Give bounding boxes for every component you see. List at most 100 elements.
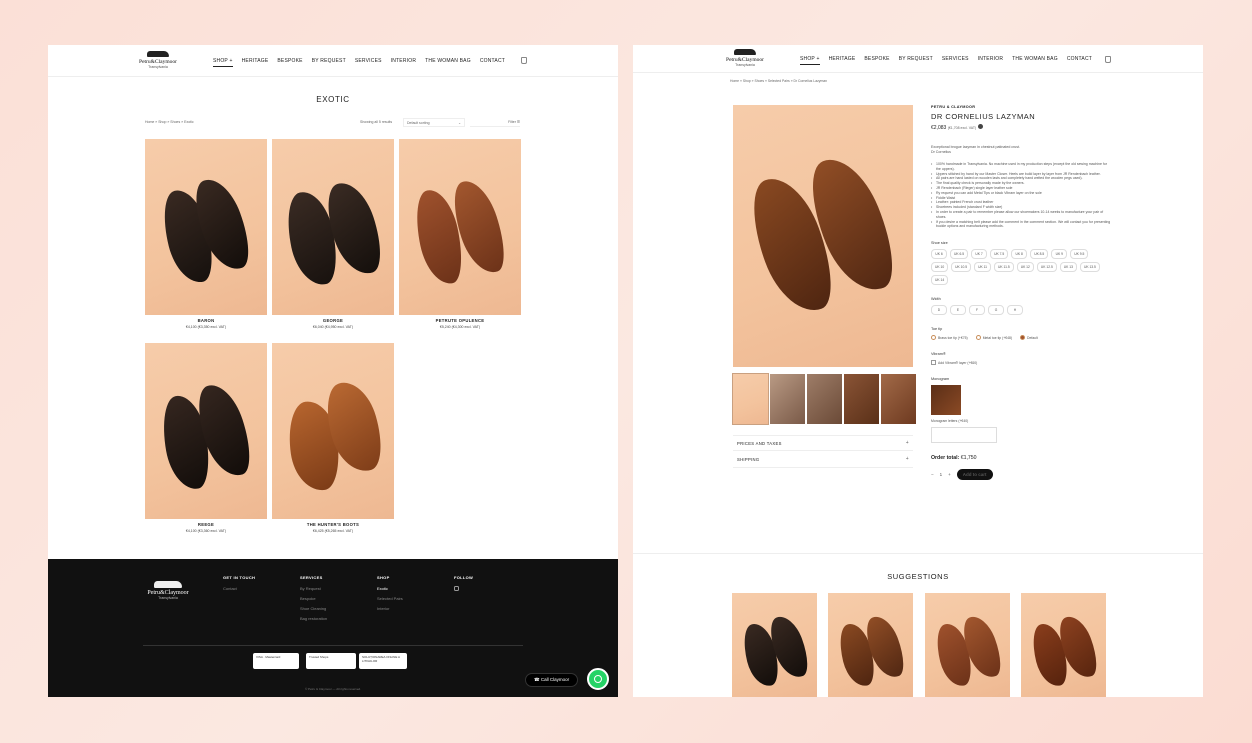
nav-bespoke[interactable]: BESPOKE — [277, 58, 302, 67]
nav-services[interactable]: SERVICES — [942, 56, 969, 65]
nav-services[interactable]: SERVICES — [355, 58, 382, 67]
size-option[interactable]: UK 11.5 — [994, 262, 1014, 273]
plus-icon[interactable]: + — [948, 472, 951, 477]
size-option[interactable]: UK 6.5 — [950, 249, 969, 260]
footer-link[interactable]: Exotic — [377, 586, 403, 591]
toe-tip-default[interactable]: Default — [1020, 335, 1038, 341]
instagram-icon[interactable] — [454, 586, 459, 591]
trust-badge[interactable]: Trusted Shops — [306, 653, 356, 669]
thumbnail[interactable] — [770, 374, 805, 424]
width-option[interactable]: H — [1007, 305, 1023, 316]
size-option[interactable]: UK 12.5 — [1036, 262, 1057, 273]
nav-woman-bag[interactable]: THE WOMAN BAG — [1012, 56, 1058, 65]
nav-heritage[interactable]: HERITAGE — [242, 58, 269, 67]
footer-link[interactable]: Interior — [377, 606, 403, 611]
product-image[interactable] — [145, 139, 267, 315]
product-card[interactable]: BARON €4,100 (€3,350 excl. VAT) — [145, 139, 267, 329]
size-option[interactable]: UK 7 — [971, 249, 988, 260]
size-option[interactable]: UK 13.5 — [1079, 262, 1100, 273]
size-option[interactable]: UK 12 — [1016, 262, 1034, 273]
product-name[interactable]: GEORGE — [272, 318, 394, 323]
product-card[interactable]: PETRUTE OPULENCE €5,240 (€4,300 excl. VA… — [399, 139, 521, 329]
suggestion-card[interactable] — [1021, 593, 1106, 697]
size-option[interactable]: UK 8 — [1011, 249, 1028, 260]
add-to-cart-button[interactable]: Add to cart — [956, 469, 993, 481]
product-name[interactable]: REEGE — [145, 522, 267, 527]
nav-woman-bag[interactable]: THE WOMAN BAG — [425, 58, 471, 67]
quantity-input[interactable]: 1 — [940, 472, 943, 477]
sort-select[interactable]: Default sorting ⌄ — [403, 118, 465, 127]
footer-link[interactable]: Contact — [223, 586, 255, 591]
size-option[interactable]: UK 8.5 — [1030, 249, 1049, 260]
info-icon[interactable] — [977, 124, 983, 129]
size-option[interactable]: UK 11 — [974, 262, 992, 273]
size-option[interactable]: UK 7.5 — [990, 249, 1009, 260]
product-image[interactable] — [272, 139, 394, 315]
filter-label: Filter — [508, 120, 516, 124]
nav-interior[interactable]: INTERIOR — [391, 58, 417, 67]
nav-bespoke[interactable]: BESPOKE — [864, 56, 889, 65]
logo[interactable]: Petru&Claymoor Transylvania — [725, 49, 765, 67]
suggestion-card[interactable] — [828, 593, 913, 697]
width-option[interactable]: F — [969, 305, 985, 316]
product-name[interactable]: THE HUNTER'S BOOTS — [272, 522, 394, 527]
nav-by-request[interactable]: BY REQUEST — [899, 56, 933, 65]
nav-heritage[interactable]: HERITAGE — [829, 56, 856, 65]
suggestion-card[interactable] — [732, 593, 817, 697]
product-image[interactable] — [399, 139, 521, 315]
footer-link[interactable]: Shoe Cleaning — [300, 606, 327, 611]
width-option[interactable]: E — [950, 305, 966, 316]
product-name[interactable]: BARON — [145, 318, 267, 323]
size-option[interactable]: UK 9.5 — [1070, 249, 1089, 260]
option-label: Brass toe tip (+€75) — [938, 335, 968, 340]
suggestion-card[interactable] — [925, 593, 1010, 697]
size-option[interactable]: UK 6 — [931, 249, 947, 260]
size-option[interactable]: UK 9 — [1051, 249, 1068, 260]
nav-shop[interactable]: SHOP + — [800, 56, 820, 65]
sol-badge[interactable]: SOLUȚIONAREA ONLINE A LITIGIILOR — [359, 653, 407, 669]
product-image[interactable] — [145, 343, 267, 519]
nav-interior[interactable]: INTERIOR — [978, 56, 1004, 65]
product-main-image[interactable] — [733, 105, 913, 367]
accordion-shipping[interactable]: SHIPPING + — [733, 452, 913, 468]
footer-link[interactable]: By Request — [300, 586, 327, 591]
product-card[interactable]: REEGE €4,100 (€3,360 excl. VAT) — [145, 343, 267, 533]
size-option[interactable]: UK 10 — [931, 262, 949, 273]
size-option[interactable]: UK 13 — [1059, 262, 1077, 273]
width-option[interactable]: G — [988, 305, 1004, 316]
whatsapp-icon[interactable] — [587, 668, 609, 690]
cart-icon[interactable] — [1105, 56, 1111, 63]
width-option[interactable]: D — [931, 305, 947, 316]
vibram-checkbox[interactable]: Add Vibram® layer (+€60) — [931, 360, 977, 366]
filter-button[interactable]: Filter ☰ — [470, 118, 520, 127]
footer-link[interactable]: Bag restoration — [300, 616, 327, 621]
accordion-prices[interactable]: PRICES AND TAXES + — [733, 435, 913, 451]
toe-tip-brass[interactable]: Brass toe tip (+€75) — [931, 335, 968, 341]
nav-contact[interactable]: CONTACT — [480, 58, 505, 67]
nav-shop[interactable]: SHOP + — [213, 58, 233, 67]
footer-link[interactable]: Bespoke — [300, 596, 327, 601]
nav-by-request[interactable]: BY REQUEST — [312, 58, 346, 67]
thumbnail[interactable] — [881, 374, 916, 424]
footer-logo[interactable]: Petru&Claymoor Transylvania — [143, 581, 193, 600]
breadcrumb[interactable]: Home » Shop » Shoes » Exotic — [145, 120, 194, 124]
logo[interactable]: Petru&Claymoor Transylvania — [138, 51, 178, 69]
thumbnail[interactable] — [732, 373, 769, 425]
product-card[interactable]: THE HUNTER'S BOOTS €6,425 (€5,265 excl. … — [272, 343, 394, 533]
cart-icon[interactable] — [521, 57, 527, 64]
call-button[interactable]: ☎ Call Claymoor — [525, 673, 579, 687]
size-option[interactable]: UK 14 — [931, 275, 949, 286]
breadcrumb[interactable]: Home » Shop » Shoes » Selected Pairs » D… — [730, 79, 827, 83]
minus-icon[interactable]: − — [931, 472, 934, 477]
thumbnail[interactable] — [807, 374, 842, 424]
footer-link[interactable]: Selected Pairs — [377, 596, 403, 601]
size-option[interactable]: UK 10.5 — [951, 262, 972, 273]
thumbnail[interactable] — [844, 374, 879, 424]
toe-tip-metal[interactable]: Metal toe tip (+€48) — [975, 335, 1012, 341]
product-card[interactable]: GEORGE €6,040 (€4,950 excl. VAT) — [272, 139, 394, 329]
monogram-image[interactable] — [931, 385, 961, 416]
product-image[interactable] — [272, 343, 394, 519]
nav-contact[interactable]: CONTACT — [1067, 56, 1092, 65]
product-name[interactable]: PETRUTE OPULENCE — [399, 318, 521, 323]
monogram-input[interactable] — [931, 427, 997, 444]
